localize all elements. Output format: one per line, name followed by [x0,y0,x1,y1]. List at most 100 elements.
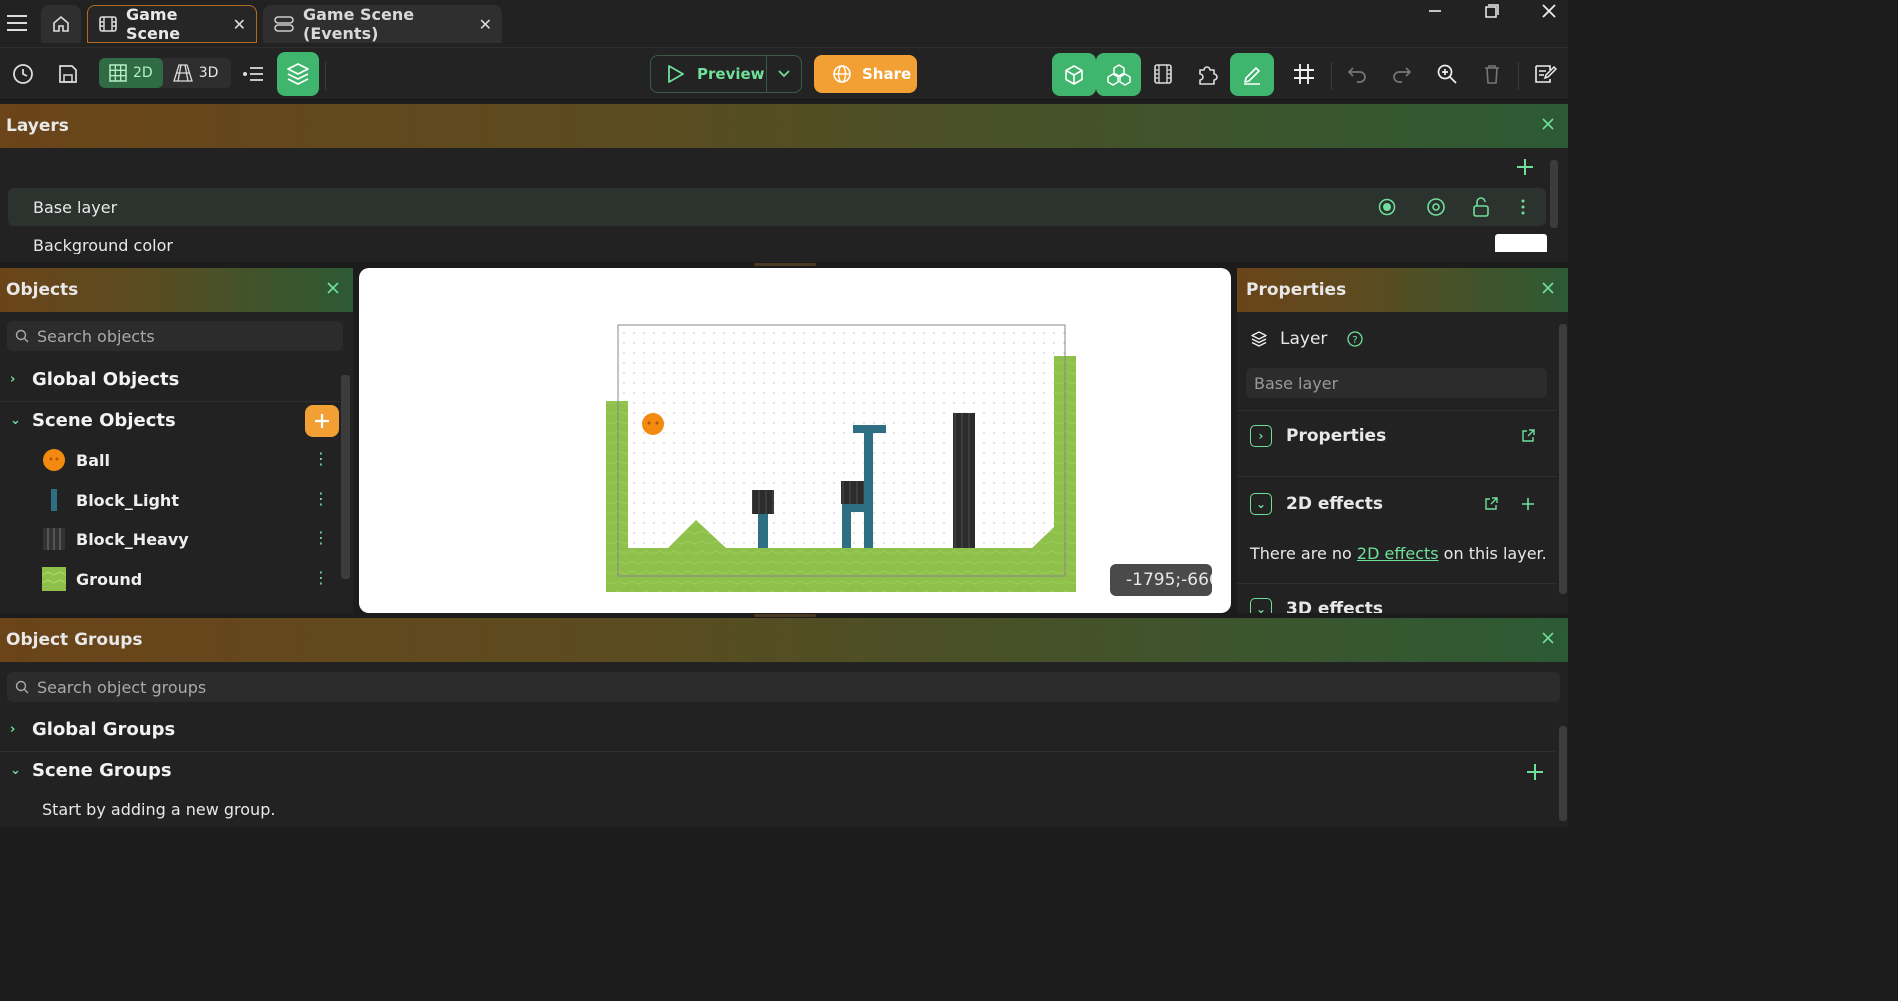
restore-icon[interactable] [1485,4,1499,18]
background-color-swatch[interactable] [1495,234,1547,252]
tab-game-scene[interactable]: Game Scene ✕ [87,5,257,43]
preview-button[interactable]: Preview [650,55,802,93]
scene-groups-folder[interactable]: ⌄ Scene Groups [10,760,172,781]
close-tab-icon[interactable]: ✕ [233,15,246,34]
ball-icon [42,448,66,472]
grid-toggle-icon[interactable] [1284,54,1324,94]
more-options-icon[interactable] [1521,199,1525,215]
layers-scrollbar[interactable] [1550,160,1558,228]
add-layer-icon[interactable] [1515,157,1535,177]
3d-effects-section-toggle[interactable]: ⌄ 3D effects [1250,598,1383,613]
resize-handle[interactable] [754,263,816,266]
properties-panel-body [1237,312,1568,613]
properties-section-toggle[interactable]: › Properties [1250,425,1386,447]
properties-scrollbar[interactable] [1559,324,1567,594]
close-icon[interactable] [1540,630,1556,646]
mode-2d-button[interactable]: 2D [99,58,163,88]
chevron-down-icon: ⌄ [10,413,21,428]
open-external-icon[interactable] [1483,496,1499,512]
background-color-label: Background color [33,236,173,254]
layer-label: Layer [1280,329,1328,349]
scene-view[interactable] [359,268,1231,613]
global-groups-folder[interactable]: › Global Groups [10,719,175,740]
scene-canvas[interactable] [359,268,1231,613]
save-icon[interactable] [48,54,88,94]
eye-icon[interactable] [1425,197,1447,217]
search-objects-input[interactable]: Search objects [7,321,343,351]
share-button[interactable]: Share [814,55,917,93]
close-window-icon[interactable] [1541,3,1557,19]
object-3d-button[interactable] [1052,53,1096,96]
extension-icon[interactable] [1188,54,1228,94]
redo-icon[interactable] [1382,54,1422,94]
scene-objects-folder[interactable]: ⌄ Scene Objects [10,410,176,431]
coordinates-readout: -1795;-666 [1110,564,1212,596]
pencil-icon [1241,64,1263,86]
objects-scrollbar[interactable] [341,375,350,579]
add-effect-icon[interactable] [1520,496,1536,512]
object-item-block-heavy[interactable]: Block_Heavy [42,527,189,551]
more-options-icon[interactable]: ⋮ [313,570,329,586]
edit-button[interactable] [1230,53,1274,96]
plus-icon [313,412,331,430]
divider [1237,410,1557,411]
home-tab[interactable] [41,5,81,43]
block-heavy-sprite [752,490,774,514]
radio-selected-icon[interactable] [1378,198,1396,216]
preview-options-button[interactable] [767,69,801,79]
folder-label: Scene Groups [32,760,172,781]
object-item-block-light[interactable]: Block_Light [42,488,179,512]
close-tab-icon[interactable]: ✕ [479,15,492,34]
object-name: Block_Light [76,490,179,510]
search-placeholder: Search object groups [37,677,207,697]
object-item-ball[interactable]: Ball [42,448,110,472]
open-external-icon[interactable] [1520,428,1536,444]
svg-text:?: ? [1353,335,1358,346]
object-name: Ground [76,569,143,589]
close-icon[interactable] [1540,116,1556,132]
resize-handle[interactable] [754,614,816,617]
ball-sprite [642,413,664,435]
preview-label: Preview [697,65,765,83]
close-icon[interactable] [325,280,341,296]
zoom-icon[interactable] [1427,54,1467,94]
unlock-icon[interactable] [1472,196,1490,218]
more-options-icon[interactable]: ⋮ [313,530,329,546]
more-options-icon[interactable]: ⋮ [313,451,329,467]
delete-icon[interactable] [1472,54,1512,94]
2d-effects-link[interactable]: 2D effects [1357,544,1439,563]
object-list-icon[interactable] [233,54,273,94]
history-icon[interactable] [3,54,43,94]
film-strip-icon[interactable] [1143,54,1183,94]
cube-icon [1063,64,1085,86]
chevron-right-icon: › [10,372,16,387]
block-light-icon [42,488,66,512]
more-options-icon[interactable]: ⋮ [313,491,329,507]
groups-scrollbar[interactable] [1559,726,1567,821]
object-item-ground[interactable]: Ground [42,567,142,591]
menu-icon[interactable] [5,12,29,34]
edit-properties-icon[interactable] [1525,54,1565,94]
layers-icon [1250,330,1268,348]
block-light-sprite [864,508,873,548]
global-objects-folder[interactable]: › Global Objects [10,369,179,390]
instances-button[interactable] [1096,53,1141,96]
layers-toggle-button[interactable] [277,52,319,96]
object-groups-panel-title: Object Groups [6,630,143,650]
search-object-groups-input[interactable]: Search object groups [7,672,1560,702]
layer-name-value: Base layer [1254,373,1339,393]
tab-game-scene-events[interactable]: Game Scene (Events) ✕ [263,5,502,43]
minimize-icon[interactable] [1428,4,1442,18]
layer-name-field[interactable]: Base layer [1246,368,1547,398]
layer-row-base[interactable]: Base layer [8,188,1546,226]
mode-3d-button[interactable]: 3D [163,58,229,88]
2d-effects-section-toggle[interactable]: ⌄ 2D effects [1250,493,1383,515]
close-icon[interactable] [1540,280,1556,296]
undo-icon[interactable] [1337,54,1377,94]
help-icon[interactable]: ? [1347,331,1364,347]
layers-icon [285,61,311,87]
block-light-sprite [842,508,851,548]
add-object-button[interactable] [305,405,339,437]
divider [1237,476,1557,477]
add-group-icon[interactable] [1525,762,1545,782]
